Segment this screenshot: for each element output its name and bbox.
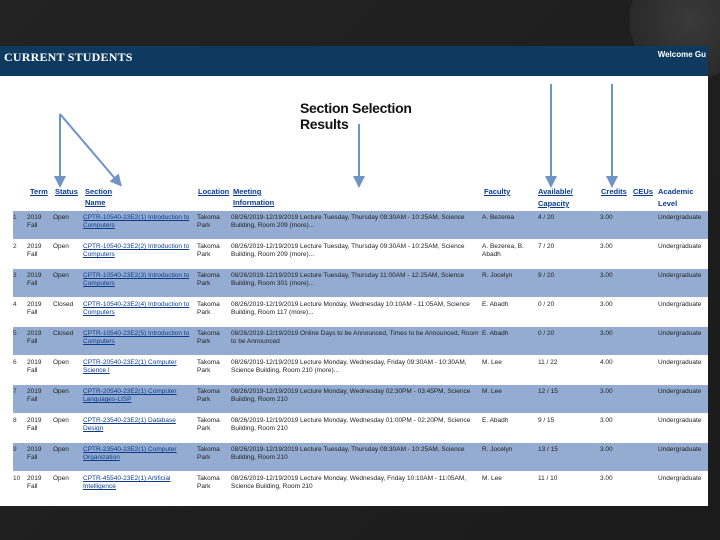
row-credits: 3.00 [600, 388, 613, 395]
row-location: Takoma Park [197, 475, 220, 490]
row-status: Open [53, 475, 69, 482]
row-term: 2019 Fall [27, 330, 42, 345]
row-capacity: 9 / 15 [538, 417, 555, 424]
table-row: 4 2019 Fall Closed CPTR-10540-23E2(4) In… [13, 298, 708, 327]
row-location: Takoma Park [197, 388, 220, 403]
annotation-arrows [54, 84, 618, 188]
row-status: Closed [53, 330, 74, 337]
row-capacity: 9 / 20 [538, 272, 555, 279]
row-status: Open [53, 388, 69, 395]
row-meeting: 08/26/2019-12/19/2019 Lecture Tuesday, T… [231, 446, 465, 461]
row-capacity: 11 / 10 [538, 475, 558, 482]
row-level: Undergraduate [658, 446, 702, 453]
row-meeting: 08/26/2019-12/19/2019 Online Days to be … [231, 330, 479, 345]
row-faculty: M. Lee [482, 359, 502, 366]
row-meeting: 08/26/2019-12/19/2019 Lecture Monday, We… [231, 301, 470, 316]
row-level: Undergraduate [658, 272, 702, 279]
row-number: 10 [13, 475, 21, 482]
row-term: 2019 Fall [27, 359, 42, 374]
row-number: 4 [13, 301, 17, 308]
row-status: Open [53, 272, 69, 279]
section-link[interactable]: CPTR-10540-23E2(5) Introduction to Compu… [83, 330, 193, 346]
table-row: 5 2019 Fall Closed CPTR-10540-23E2(5) In… [13, 327, 708, 356]
row-capacity: 0 / 20 [538, 330, 555, 337]
row-location: Takoma Park [197, 359, 220, 374]
row-level: Undergraduate [658, 475, 702, 482]
row-meeting: 08/26/2019-12/19/2019 Lecture Tuesday, T… [231, 272, 465, 287]
row-credits: 4.00 [600, 359, 613, 366]
row-credits: 3.00 [600, 475, 613, 482]
row-credits: 3.00 [600, 446, 613, 453]
row-location: Takoma Park [197, 330, 220, 345]
section-link[interactable]: CPTR-23540-23E2(1) Computer Organization [83, 446, 193, 462]
row-location: Takoma Park [197, 272, 220, 287]
row-term: 2019 Fall [27, 475, 42, 490]
row-level: Undergraduate [658, 301, 702, 308]
row-level: Undergraduate [658, 417, 702, 424]
row-meeting: 08/26/2019-12/19/2019 Lecture Monday, We… [231, 475, 467, 490]
section-link[interactable]: CPTR-20540-23E2(1) Computer Science I [83, 359, 193, 375]
row-number: 9 [13, 446, 17, 453]
row-term: 2019 Fall [27, 388, 42, 403]
row-number: 3 [13, 272, 17, 279]
row-faculty: E. Abadh [482, 330, 509, 337]
row-level: Undergraduate [658, 330, 702, 337]
row-credits: 3.00 [600, 301, 613, 308]
row-credits: 3.00 [600, 330, 613, 337]
row-location: Takoma Park [197, 301, 220, 316]
table-row: 6 2019 Fall Open CPTR-20540-23E2(1) Comp… [13, 356, 708, 385]
row-number: 8 [13, 417, 17, 424]
section-link[interactable]: CPTR-10540-23E2(3) Introduction to Compu… [83, 272, 193, 288]
row-term: 2019 Fall [27, 272, 42, 287]
row-level: Undergraduate [658, 359, 702, 366]
section-link[interactable]: CPTR-10540-23E2(4) Introduction to Compu… [83, 301, 193, 317]
row-term: 2019 Fall [27, 417, 42, 432]
table-row: 3 2019 Fall Open CPTR-10540-23E2(3) Intr… [13, 269, 708, 298]
row-status: Closed [53, 301, 74, 308]
row-meeting: 08/26/2019-12/19/2019 Lecture Monday, We… [231, 359, 467, 374]
row-term: 2019 Fall [27, 446, 42, 461]
row-capacity: 0 / 20 [538, 301, 555, 308]
row-faculty: E. Abadh [482, 301, 509, 308]
screenshot-panel: CURRENT STUDENTS Welcome Gu Section Sele… [0, 46, 708, 506]
table-row: 8 2019 Fall Open CPTR-23540-23E2(1) Data… [13, 414, 708, 443]
row-term: 2019 Fall [27, 301, 42, 316]
row-meeting: 08/26/2019-12/19/2019 Lecture Monday, We… [231, 417, 471, 432]
section-link[interactable]: CPTR-20540-23E2(1) Computer Languages-LI… [83, 388, 193, 404]
results-table: 1 2019 Fall Open CPTR-10540-23E2(1) Intr… [13, 211, 708, 501]
row-location: Takoma Park [197, 417, 220, 432]
table-row: 9 2019 Fall Open CPTR-23540-23E2(1) Comp… [13, 443, 708, 472]
row-capacity: 12 / 15 [538, 388, 558, 395]
row-status: Open [53, 359, 69, 366]
row-faculty: M. Lee [482, 475, 502, 482]
table-row: 7 2019 Fall Open CPTR-20540-23E2(1) Comp… [13, 385, 708, 414]
row-meeting: 08/26/2019-12/19/2019 Lecture Tuesday, T… [231, 243, 465, 258]
row-status: Open [53, 417, 69, 424]
section-link[interactable]: CPTR-45540-23E2(1) Artificial Intelligen… [83, 475, 193, 491]
row-capacity: 13 / 15 [538, 446, 558, 453]
row-faculty: R. Jocelyn [482, 272, 513, 279]
row-credits: 3.00 [600, 272, 613, 279]
row-number: 5 [13, 330, 17, 337]
row-credits: 3.00 [600, 417, 613, 424]
row-number: 7 [13, 388, 17, 395]
table-row: 10 2019 Fall Open CPTR-45540-23E2(1) Art… [13, 472, 708, 501]
row-faculty: R. Jocelyn [482, 446, 513, 453]
arrow-annotation [59, 113, 122, 187]
row-level: Undergraduate [658, 388, 702, 395]
row-faculty: M. Lee [482, 388, 502, 395]
row-location: Takoma Park [197, 446, 220, 461]
row-status: Open [53, 446, 69, 453]
row-faculty: E. Abadh [482, 417, 509, 424]
row-number: 6 [13, 359, 17, 366]
section-link[interactable]: CPTR-23540-23E2(1) Database Design [83, 417, 193, 433]
row-meeting: 08/26/2019-12/19/2019 Lecture Monday, We… [231, 388, 471, 403]
row-capacity: 11 / 22 [538, 359, 558, 366]
